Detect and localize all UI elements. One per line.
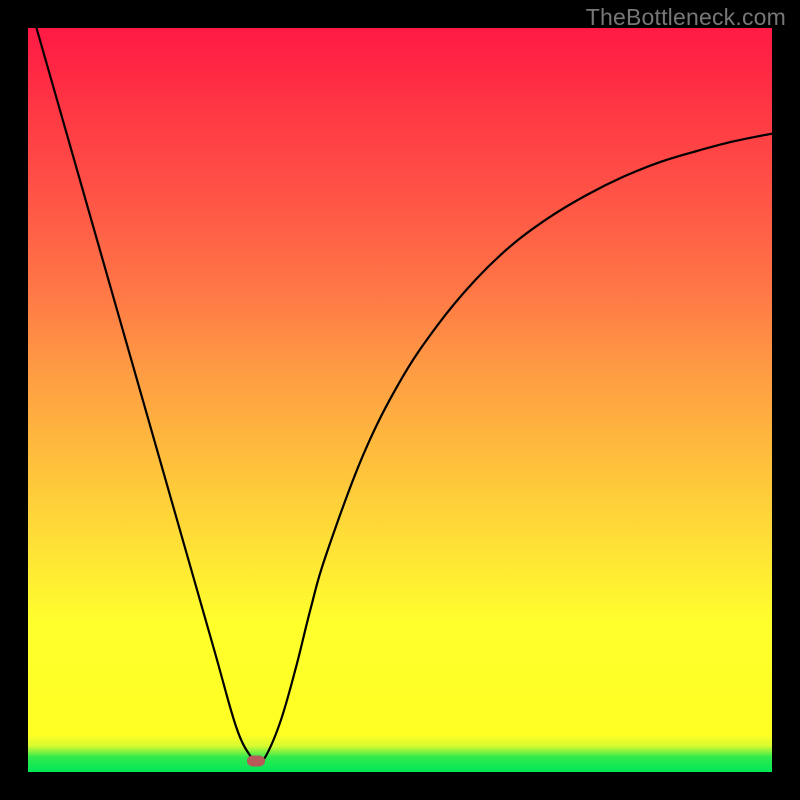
plot-area	[28, 28, 772, 772]
chart-frame: TheBottleneck.com	[0, 0, 800, 800]
curve-svg	[28, 28, 772, 772]
watermark-text: TheBottleneck.com	[586, 4, 786, 31]
curve-line	[28, 0, 772, 761]
minimum-marker	[247, 755, 265, 766]
